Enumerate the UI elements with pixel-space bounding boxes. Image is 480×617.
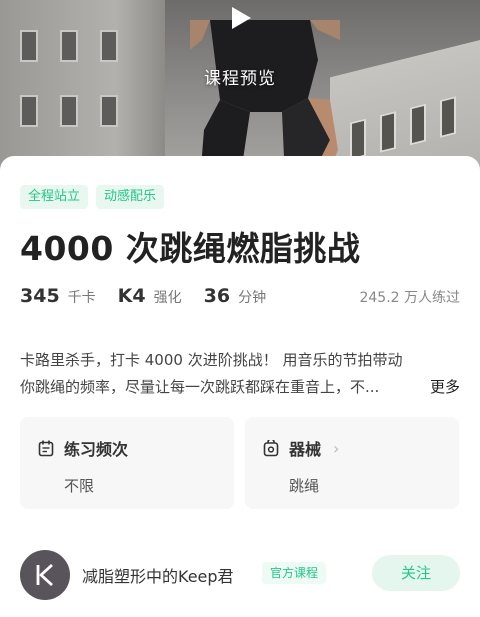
course-title: 4000 次跳绳燃脂挑战 [20,229,361,268]
follow-button[interactable]: 关注 [372,555,460,591]
chevron-right-icon: › [333,438,340,458]
course-preview-video[interactable]: 课程预览 [0,0,480,180]
preview-label: 课程预览 [204,69,276,89]
background-building-left [0,0,165,180]
author-row: 减脂塑形中的Keep君 官方课程 关注 [20,550,460,602]
tag-music: 动感配乐 [96,185,165,209]
description-line-1: 卡路里杀手，打卡 4000 次进阶挑战！ 用音乐的节拍带动 [20,351,403,369]
calendar-icon [38,440,54,456]
play-icon [232,7,251,29]
keep-logo-icon [36,564,53,586]
course-stats: 345 千卡 K4 强化 36 分钟 245.2 万人练过 [20,285,460,311]
equipment-title: 器械 [289,440,322,459]
duration-unit: 分钟 [238,290,267,306]
course-description: 卡路里杀手，打卡 4000 次进阶挑战！ 用音乐的节拍带动 你跳绳的频率，尽量让… [20,347,460,401]
tag-standing: 全程站立 [20,185,89,209]
trainee-count: 245.2 万人练过 [359,290,460,306]
equipment-icon [263,439,279,456]
stat-level: K4 强化 [118,285,182,307]
level-value: K4 [117,285,146,307]
more-link[interactable]: 更多 [430,374,460,401]
duration-value: 36 [203,285,231,307]
course-info-card: 全程站立 动感配乐 4000 次跳绳燃脂挑战 345 千卡 K4 强化 36 分… [0,156,480,617]
equipment-value: 跳绳 [289,477,320,495]
play-button[interactable] [229,6,253,30]
equipment-box[interactable]: 器械 › 跳绳 [245,417,459,509]
avatar[interactable] [20,550,70,600]
practice-frequency-value: 不限 [64,477,95,495]
stat-duration: 36 分钟 [204,285,266,307]
tag-list: 全程站立 动感配乐 [20,185,165,209]
official-course-badge: 官方课程 [262,562,327,584]
author-name[interactable]: 减脂塑形中的Keep君 [82,563,234,587]
practice-frequency-box: 练习频次 不限 [20,417,234,509]
calories-value: 345 [20,285,60,307]
practice-frequency-title: 练习频次 [64,440,129,459]
calories-unit: 千卡 [67,290,96,306]
stat-calories: 345 千卡 [20,285,96,307]
description-line-2: 你跳绳的频率，尽量让每一次跳跃都踩在重音上，不... [20,378,380,396]
level-unit: 强化 [153,290,182,306]
